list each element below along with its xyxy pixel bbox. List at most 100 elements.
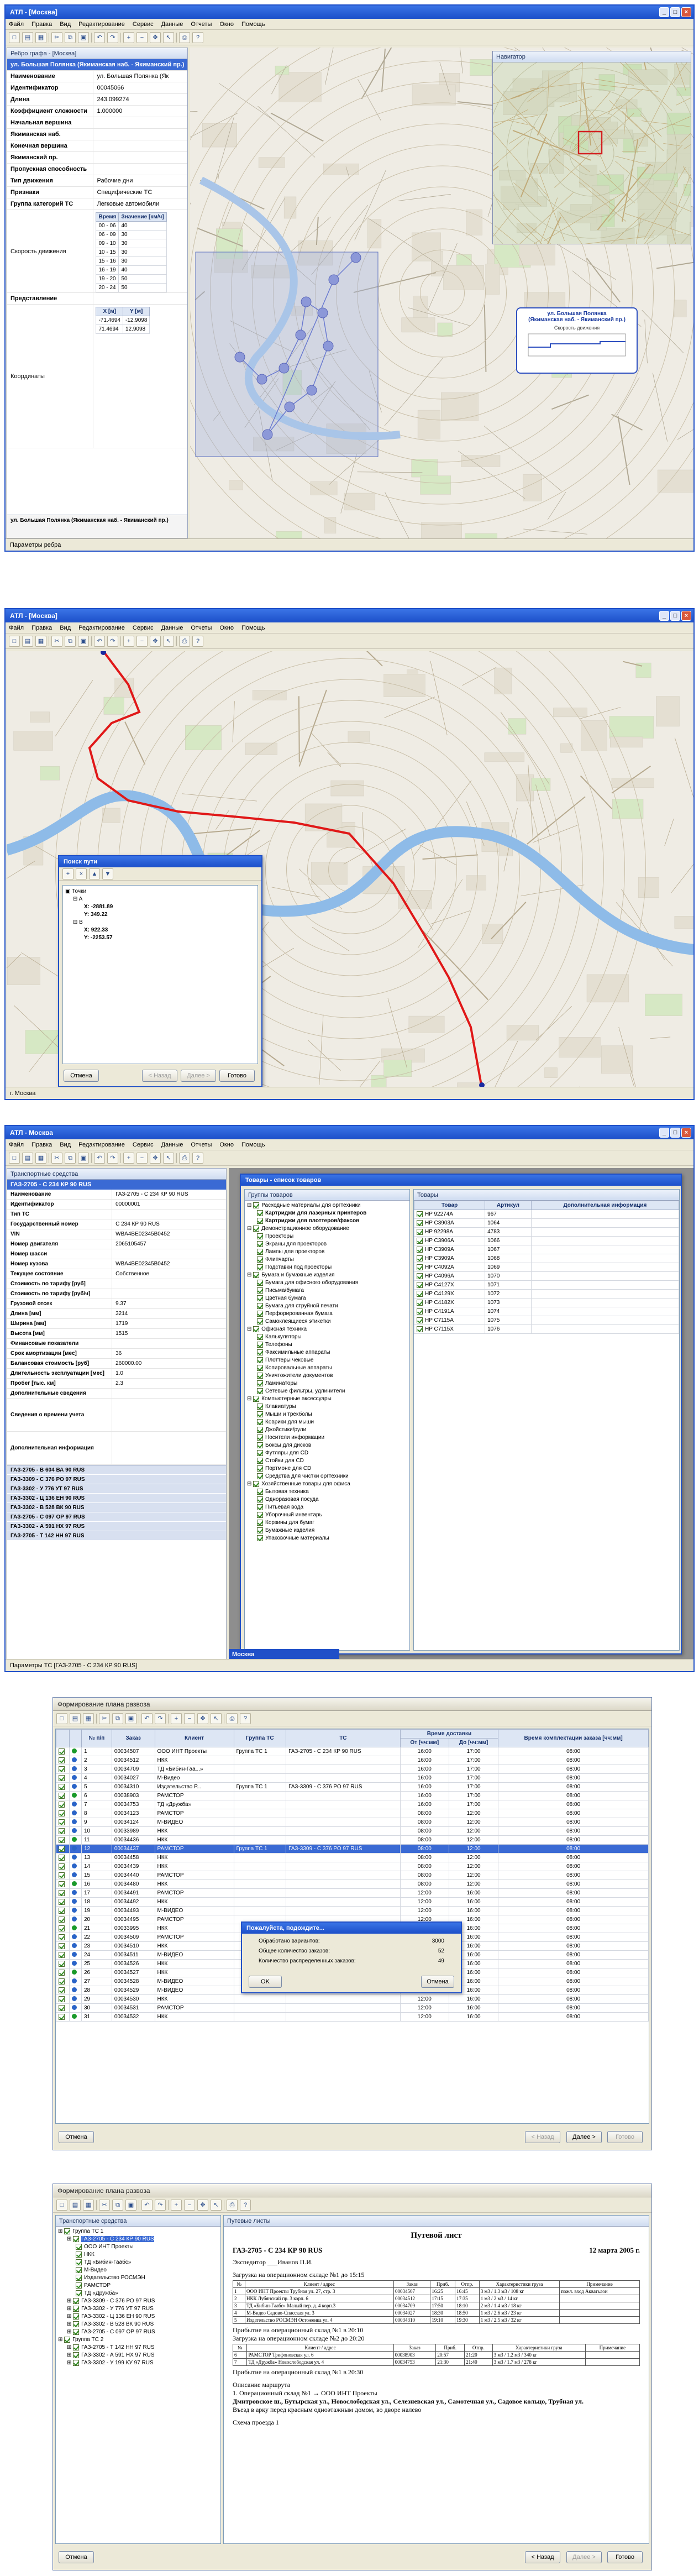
menu-item[interactable]: Сервис xyxy=(133,21,154,28)
map-tab[interactable]: Москва xyxy=(229,1649,339,1660)
goods-row[interactable]: HP C4182X 1073 xyxy=(413,1298,680,1307)
zoom-out-icon[interactable]: − xyxy=(184,1713,195,1724)
order-row[interactable]: 9 00034124 М-ВИДЕО 08:00 12:00 08:00 xyxy=(56,1818,649,1827)
goods-checkbox[interactable] xyxy=(417,1211,423,1217)
goods-group-item[interactable]: Факсимильные аппараты xyxy=(247,1349,407,1357)
tree-checkbox[interactable] xyxy=(76,2274,82,2281)
undo-icon[interactable]: ↶ xyxy=(94,635,105,647)
row-checkbox[interactable] xyxy=(59,1907,65,1914)
goods-group-item[interactable]: Подставки под проекторы xyxy=(247,1264,407,1271)
point-b[interactable]: ⊟ B xyxy=(65,919,255,926)
goods-group-item[interactable]: Картриджи для лазерных принтеров xyxy=(247,1210,407,1217)
goods-group-item[interactable]: Бумага для струйной печати xyxy=(247,1302,407,1310)
column-header[interactable]: Y [м] xyxy=(122,307,150,316)
menu-item[interactable]: Окно xyxy=(219,625,234,631)
tree-node[interactable]: ⊞ ГАЗ-3302 - У 199 КУ 97 RUS xyxy=(58,2359,218,2367)
next-button[interactable]: Далее > xyxy=(566,2131,602,2143)
cancel-button[interactable]: Отмена xyxy=(59,2551,94,2563)
goods-group-item[interactable]: Корзины для бумаг xyxy=(247,1519,407,1527)
expand-icon[interactable]: ⊟ xyxy=(247,1202,253,1208)
new-icon[interactable]: □ xyxy=(9,635,20,647)
column-header[interactable]: № п/п xyxy=(81,1729,112,1747)
menu-item[interactable]: Правка xyxy=(31,21,52,28)
goods-group-item[interactable]: Упаковочные материалы xyxy=(247,1535,407,1542)
expand-icon[interactable]: ⊞ xyxy=(58,2228,64,2234)
add-point-icon[interactable]: + xyxy=(62,868,73,879)
save-icon[interactable]: ▦ xyxy=(35,32,46,43)
row-checkbox[interactable] xyxy=(59,1810,65,1816)
paste-icon[interactable]: ▣ xyxy=(125,2199,136,2211)
menu-item[interactable]: Правка xyxy=(31,1142,52,1148)
table-row[interactable]: 10 - 15 30 xyxy=(96,248,167,257)
order-row[interactable]: 30 00034531 РАМСТОР 12:00 16:00 08:00 xyxy=(56,2003,649,2013)
tree-node[interactable]: ⊞ Группа ТС 1 xyxy=(58,2228,218,2235)
tree-checkbox[interactable] xyxy=(73,2321,80,2327)
tree-checkbox[interactable] xyxy=(73,2297,80,2304)
row-checkbox[interactable] xyxy=(59,1943,65,1949)
next-button[interactable]: Далее > xyxy=(181,1070,216,1082)
row-checkbox-cell[interactable] xyxy=(56,1871,70,1880)
group-checkbox[interactable] xyxy=(257,1496,263,1502)
property-row[interactable]: Длина [мм] 3214 xyxy=(7,1309,226,1319)
points-root[interactable]: ▣ Точки xyxy=(65,888,255,896)
order-row[interactable]: 12 00034437 РАМСТОР Группа ТС 1 ГАЗ-3309 - С… xyxy=(56,1844,649,1854)
row-checkbox[interactable] xyxy=(59,1996,65,2002)
goods-checkbox[interactable] xyxy=(417,1255,423,1261)
goods-group-item[interactable]: Бумажные изделия xyxy=(247,1527,407,1535)
property-row[interactable]: Дополнительная информация xyxy=(7,1432,226,1465)
tree-node[interactable]: ТД «Бибин-Гаабс» xyxy=(58,2259,218,2266)
group-checkbox[interactable] xyxy=(257,1318,263,1324)
menu-item[interactable]: Отчеты xyxy=(191,625,212,631)
group-checkbox[interactable] xyxy=(257,1364,263,1371)
group-checkbox[interactable] xyxy=(257,1217,263,1224)
table-row[interactable]: 00 - 06 40 xyxy=(96,221,167,231)
group-checkbox[interactable] xyxy=(257,1488,263,1495)
menu-item[interactable]: Вид xyxy=(60,625,71,631)
group-checkbox[interactable] xyxy=(257,1411,263,1417)
expand-icon[interactable]: ⊞ xyxy=(67,2236,73,2242)
tree-node[interactable]: ⊞ ГАЗ-3302 - А 591 НХ 97 RUS xyxy=(58,2352,218,2359)
group-checkbox[interactable] xyxy=(257,1473,263,1479)
save-icon[interactable]: ▦ xyxy=(35,635,46,647)
redo-icon[interactable]: ↷ xyxy=(107,1152,118,1164)
coords-table[interactable]: X [м] Y [м] -71.4694 -12.9098 71.4694 12.9098 xyxy=(96,307,150,334)
order-row[interactable]: 10 00033989 НКК 08:00 12:00 08:00 xyxy=(56,1826,649,1836)
vehicle-item[interactable]: ГАЗ-3302 - В 528 ВК 90 RUS xyxy=(7,1503,226,1512)
select-icon[interactable]: ↖ xyxy=(163,1152,174,1164)
vehicle-item[interactable]: ГАЗ-3302 - А 591 НХ 97 RUS xyxy=(7,1522,226,1531)
tree-checkbox[interactable] xyxy=(76,2259,82,2265)
print-icon[interactable]: ⎙ xyxy=(179,32,190,43)
order-row[interactable]: 11 00034436 НКК 08:00 12:00 08:00 xyxy=(56,1835,649,1845)
expand-icon[interactable]: ⊞ xyxy=(67,2329,73,2335)
help-icon[interactable]: ? xyxy=(240,2199,251,2211)
group-checkbox[interactable] xyxy=(257,1519,263,1526)
cancel-button[interactable]: Отмена xyxy=(421,1976,454,1988)
print-icon[interactable]: ⎙ xyxy=(179,635,190,647)
row-checkbox[interactable] xyxy=(59,1748,65,1755)
tree-checkbox[interactable] xyxy=(73,2359,80,2366)
goods-row[interactable]: HP C7115A 1075 xyxy=(413,1316,680,1325)
row-checkbox-cell[interactable] xyxy=(56,1844,70,1854)
expand-icon[interactable]: ⊞ xyxy=(58,2337,64,2343)
property-row[interactable]: Конечная вершина xyxy=(7,140,187,152)
goods-group-item[interactable]: Уборочный инвентарь xyxy=(247,1511,407,1519)
table-row[interactable]: 19 - 20 50 xyxy=(96,274,167,284)
row-checkbox-cell[interactable] xyxy=(56,1950,70,1960)
goods-group-item[interactable]: ⊟ Компьютерные аксессуары xyxy=(247,1395,407,1403)
goods-group-item[interactable]: Одноразовая посуда xyxy=(247,1496,407,1504)
help-icon[interactable]: ? xyxy=(192,1152,203,1164)
property-row[interactable]: Группа категорий ТС Легковые автомобили xyxy=(7,198,187,210)
group-checkbox[interactable] xyxy=(253,1225,260,1232)
tree-checkbox[interactable] xyxy=(73,2328,80,2335)
column-header[interactable]: Дополнительная информация xyxy=(530,1201,680,1210)
row-checkbox[interactable] xyxy=(59,2013,65,2020)
copy-icon[interactable]: ⧉ xyxy=(65,635,76,647)
redo-icon[interactable]: ↷ xyxy=(155,1713,166,1724)
tree-node[interactable]: ⊞ ГАЗ-3302 - В 528 ВК 90 RUS xyxy=(58,2321,218,2328)
navigator-panel[interactable]: Навигатор xyxy=(492,51,691,244)
row-checkbox[interactable] xyxy=(59,1863,65,1870)
goods-group-item[interactable]: Самоклеящиеся этикетки xyxy=(247,1318,407,1326)
menu-item[interactable]: Сервис xyxy=(133,625,154,631)
new-icon[interactable]: □ xyxy=(9,1152,20,1164)
goods-group-item[interactable]: Ламинаторы xyxy=(247,1380,407,1388)
